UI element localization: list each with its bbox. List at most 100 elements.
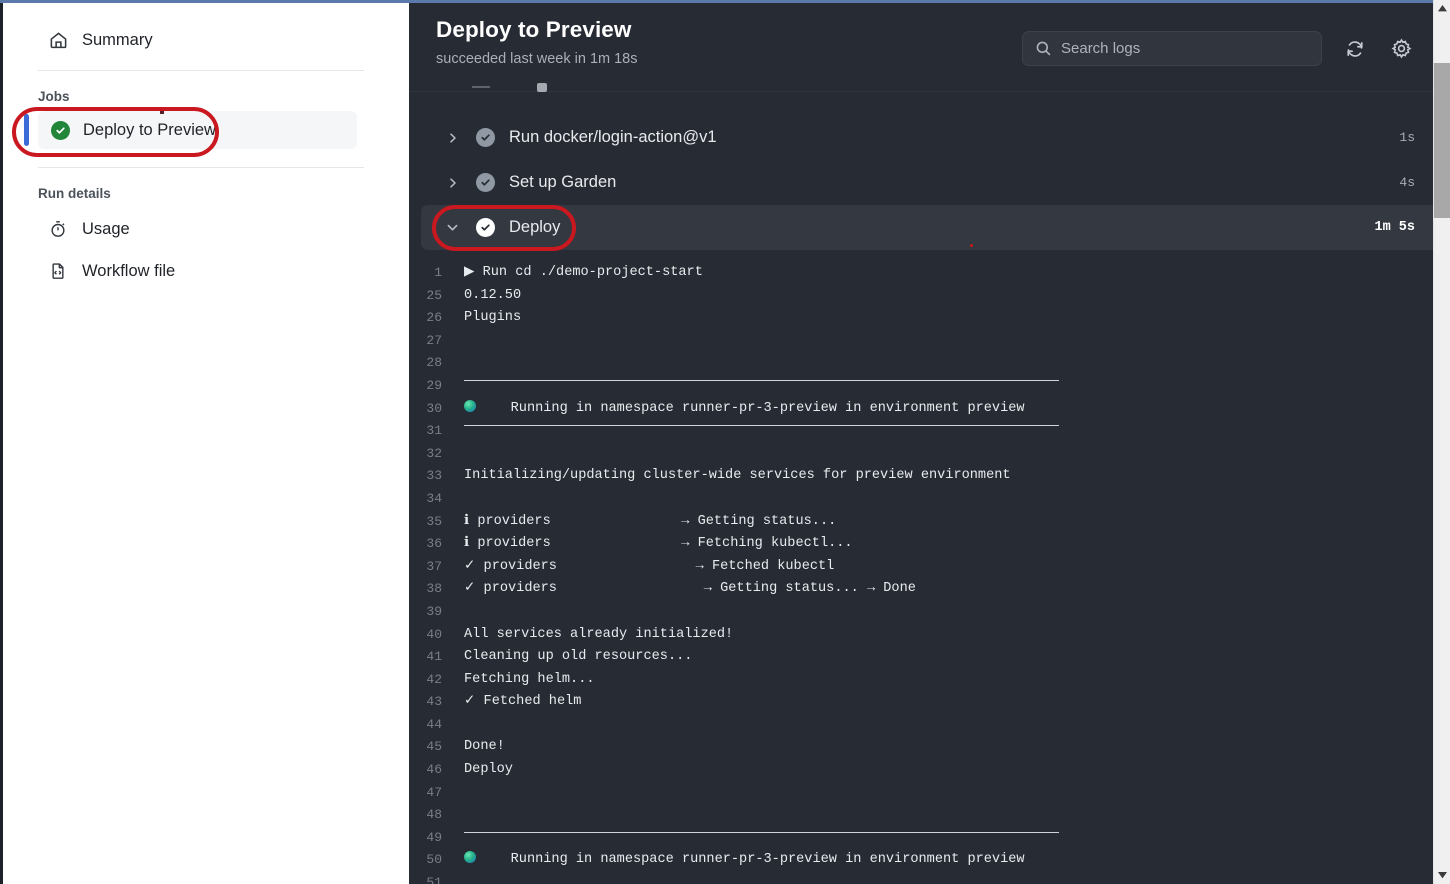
log-line: 39 (409, 601, 1450, 624)
log-line: 34 (409, 488, 1450, 511)
log-line-text: ✓ Fetched helm (464, 691, 1450, 714)
log-line-text (464, 375, 1450, 398)
log-line-text: Fetching helm... (464, 669, 1450, 692)
log-line-number: 48 (409, 804, 464, 827)
chevron-right-icon[interactable] (445, 177, 460, 189)
sidebar-item-label-workflow-file: Workflow file (82, 262, 175, 281)
log-line-number: 45 (409, 736, 464, 759)
globe-icon (464, 400, 476, 412)
annotation-speck (160, 111, 164, 114)
check-circle-icon (476, 173, 495, 192)
log-line-number: 41 (409, 646, 464, 669)
log-rule (464, 832, 1059, 833)
stopwatch-icon (48, 219, 68, 239)
log-line-text: Cleaning up old resources... (464, 646, 1450, 669)
log-line-text: ✓ providers → Getting status... → Done (464, 578, 1450, 601)
sidebar-item-workflow-file[interactable]: Workflow file (10, 250, 357, 292)
step-duration: 4s (1399, 175, 1415, 190)
log-line: 35ℹ providers → Getting status... (409, 511, 1450, 534)
log-line-number: 26 (409, 307, 464, 330)
log-rule (464, 380, 1059, 381)
search-icon (1035, 40, 1052, 62)
log-line: 38✓ providers → Getting status... → Done (409, 578, 1450, 601)
log-line-text: Running in namespace runner-pr-3-preview… (464, 849, 1450, 872)
header-actions (1022, 31, 1414, 66)
step-label: Deploy (509, 218, 560, 237)
log-line-text: All services already initialized! (464, 624, 1450, 647)
log-line: 43✓ Fetched helm (409, 691, 1450, 714)
log-line-number: 38 (409, 578, 464, 601)
log-line: 46Deploy (409, 759, 1450, 782)
selected-indicator (24, 114, 29, 146)
log-line-number: 25 (409, 285, 464, 308)
log-line-number: 28 (409, 352, 464, 375)
step-row-deploy[interactable]: Deploy 1m 5s (421, 205, 1438, 250)
sidebar-item-label-usage: Usage (82, 220, 130, 239)
sidebar-item-usage[interactable]: Usage (10, 208, 357, 250)
step-duration: 1m 5s (1374, 220, 1415, 235)
log-line-number: 36 (409, 533, 464, 556)
log-panel: Deploy to Preview succeeded last week in… (409, 0, 1450, 884)
log-line-number: 30 (409, 398, 464, 421)
log-line-text: 0.12.50 (464, 285, 1450, 308)
log-line: 45Done! (409, 736, 1450, 759)
browser-scrollbar[interactable] (1433, 0, 1450, 884)
log-line: 33Initializing/updating cluster-wide ser… (409, 465, 1450, 488)
log-line-number: 31 (409, 420, 464, 443)
caret-down-icon[interactable] (1434, 867, 1450, 884)
search-logs-box[interactable] (1022, 31, 1322, 66)
log-line-number: 33 (409, 465, 464, 488)
sidebar-item-summary[interactable]: Summary (10, 19, 357, 61)
log-line: 29 (409, 375, 1450, 398)
chevron-right-icon[interactable] (445, 132, 460, 144)
log-line: 36ℹ providers → Fetching kubectl... (409, 533, 1450, 556)
scrollbar-thumb[interactable] (1434, 63, 1450, 218)
log-line: 41Cleaning up old resources... (409, 646, 1450, 669)
log-line-number: 50 (409, 849, 464, 872)
step-label: Run docker/login-action@v1 (509, 128, 717, 147)
log-line-text: ℹ providers → Getting status... (464, 511, 1450, 534)
log-header: Deploy to Preview succeeded last week in… (409, 3, 1450, 92)
log-line-number: 47 (409, 782, 464, 805)
check-circle-icon (51, 121, 70, 140)
log-line: 32 (409, 443, 1450, 466)
log-line-number: 1 (409, 262, 464, 285)
search-input[interactable] (1061, 40, 1301, 57)
log-line-number: 34 (409, 488, 464, 511)
log-line-number: 44 (409, 714, 464, 737)
check-circle-icon (476, 218, 495, 237)
scrolled-partial-row (409, 92, 1450, 115)
log-line: 50 Running in namespace runner-pr-3-prev… (409, 849, 1450, 872)
log-rule (464, 425, 1059, 426)
caret-up-icon[interactable] (1434, 0, 1450, 17)
log-line: 250.12.50 (409, 285, 1450, 308)
run-sidebar: Summary Jobs Deploy to Preview Run detai… (0, 0, 409, 884)
window-top-accent (0, 0, 1433, 3)
log-line-number: 46 (409, 759, 464, 782)
log-line-number: 27 (409, 330, 464, 353)
log-line-number: 32 (409, 443, 464, 466)
partial-row-glyph-left (472, 86, 490, 88)
chevron-down-icon[interactable] (445, 221, 460, 234)
log-line-number: 29 (409, 375, 464, 398)
log-line-number: 51 (409, 872, 464, 884)
globe-icon (464, 851, 476, 863)
log-output[interactable]: 1▶ Run cd ./demo-project-start250.12.502… (409, 250, 1450, 884)
log-line: 37✓ providers → Fetched kubectl (409, 556, 1450, 579)
check-circle-icon (476, 128, 495, 147)
gear-icon[interactable] (1388, 36, 1414, 62)
log-line: 48 (409, 804, 1450, 827)
window-left-edge (0, 0, 3, 884)
partial-row-glyph-right (537, 83, 547, 92)
refresh-icon[interactable] (1342, 36, 1368, 62)
log-line-text: Running in namespace runner-pr-3-preview… (464, 398, 1450, 421)
log-line: 49 (409, 827, 1450, 850)
log-line: 26Plugins (409, 307, 1450, 330)
log-line: 1▶ Run cd ./demo-project-start (409, 262, 1450, 285)
sidebar-item-deploy-to-preview[interactable]: Deploy to Preview (38, 111, 357, 149)
step-row[interactable]: Run docker/login-action@v1 1s (421, 115, 1438, 160)
log-line: 42Fetching helm... (409, 669, 1450, 692)
log-line-text: ✓ providers → Fetched kubectl (464, 556, 1450, 579)
log-line: 27 (409, 330, 1450, 353)
step-row[interactable]: Set up Garden 4s (421, 160, 1438, 205)
